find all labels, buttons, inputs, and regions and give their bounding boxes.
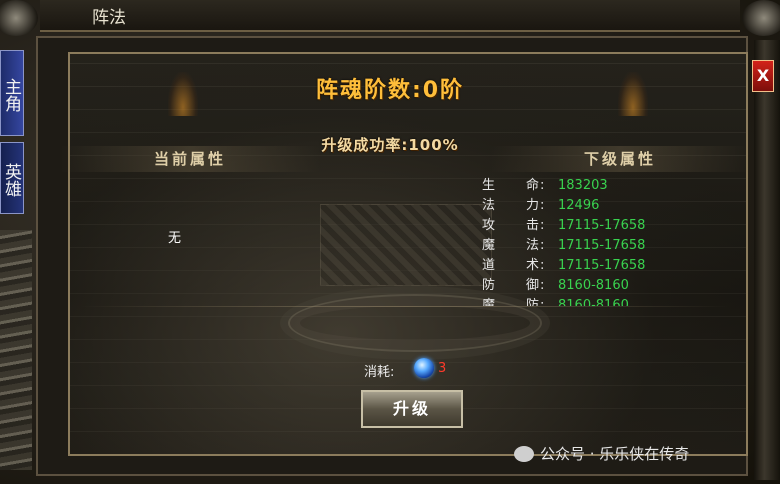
stat-row: 攻 击 : 17115-17658 — [482, 216, 742, 236]
stat-label-char: 命 — [526, 178, 540, 193]
next-attributes-header: 下级属性 — [490, 146, 750, 172]
title-bar — [40, 0, 740, 32]
cost-count: 3 — [438, 361, 447, 376]
next-attributes-list: 生 命 : 183203 法 力 : 12496 攻 击 : 17115-176… — [482, 176, 742, 306]
stat-value: 8160-8160 — [558, 278, 629, 293]
stat-label-char: 御 — [526, 278, 540, 293]
stat-label-char: 防 — [482, 278, 496, 293]
wechat-icon — [514, 446, 534, 462]
stat-colon: : — [540, 178, 545, 193]
stat-colon: : — [540, 298, 545, 306]
watermark: 公众号 · 乐乐侠在传奇 — [540, 445, 690, 463]
stat-label-char: 攻 — [482, 218, 496, 233]
altar-background — [320, 204, 492, 286]
stat-label-char: 术 — [526, 258, 540, 273]
stat-label-char: 防 — [526, 298, 540, 306]
stat-row: 生 命 : 183203 — [482, 176, 742, 196]
stat-colon: : — [540, 238, 545, 253]
stat-colon: : — [540, 258, 545, 273]
stat-colon: : — [540, 198, 545, 213]
stat-label-char: 力 — [526, 198, 540, 213]
stat-row: 道 术 : 17115-17658 — [482, 256, 742, 276]
stat-value: 183203 — [558, 178, 608, 193]
stat-row: 魔 防 : 8160-8160 — [482, 296, 742, 306]
stat-label-char: 法 — [482, 198, 496, 213]
dragon-corner-ornament — [742, 0, 780, 36]
stat-colon: : — [540, 218, 545, 233]
stat-value: 17115-17658 — [558, 238, 646, 253]
window-title: 阵法 — [92, 8, 126, 28]
stat-value: 12496 — [558, 198, 600, 213]
formation-rank-title: 阵魂阶数:0阶 — [315, 78, 465, 103]
stat-row: 法 力 : 12496 — [482, 196, 742, 216]
current-attributes-value: 无 — [168, 231, 182, 246]
upgrade-button[interactable]: 升级 — [361, 390, 463, 428]
section-divider — [80, 306, 730, 307]
current-attributes-header: 当前属性 — [60, 146, 320, 172]
stat-value: 8160-8160 — [558, 298, 629, 306]
game-window-frame: 阵法 主角 英雄 X 阵魂阶数:0阶 升级成功率:100% 当前属性 下级属性 … — [0, 0, 780, 484]
cost-label: 消耗: — [364, 365, 395, 380]
stat-label-char: 魔 — [482, 238, 496, 253]
stat-colon: : — [540, 278, 545, 293]
stat-label-char: 生 — [482, 178, 496, 193]
stat-value: 17115-17658 — [558, 258, 646, 273]
stat-row: 防 御 : 8160-8160 — [482, 276, 742, 296]
stat-label-char: 魔 — [482, 298, 496, 306]
dragon-border-ornament — [754, 40, 780, 480]
stat-row: 魔 法 : 17115-17658 — [482, 236, 742, 256]
dragon-corner-ornament — [0, 0, 38, 36]
stat-label-char: 道 — [482, 258, 496, 273]
stat-label-char: 法 — [526, 238, 540, 253]
stat-value: 17115-17658 — [558, 218, 646, 233]
stat-label-char: 击 — [526, 218, 540, 233]
gem-icon — [414, 358, 434, 378]
